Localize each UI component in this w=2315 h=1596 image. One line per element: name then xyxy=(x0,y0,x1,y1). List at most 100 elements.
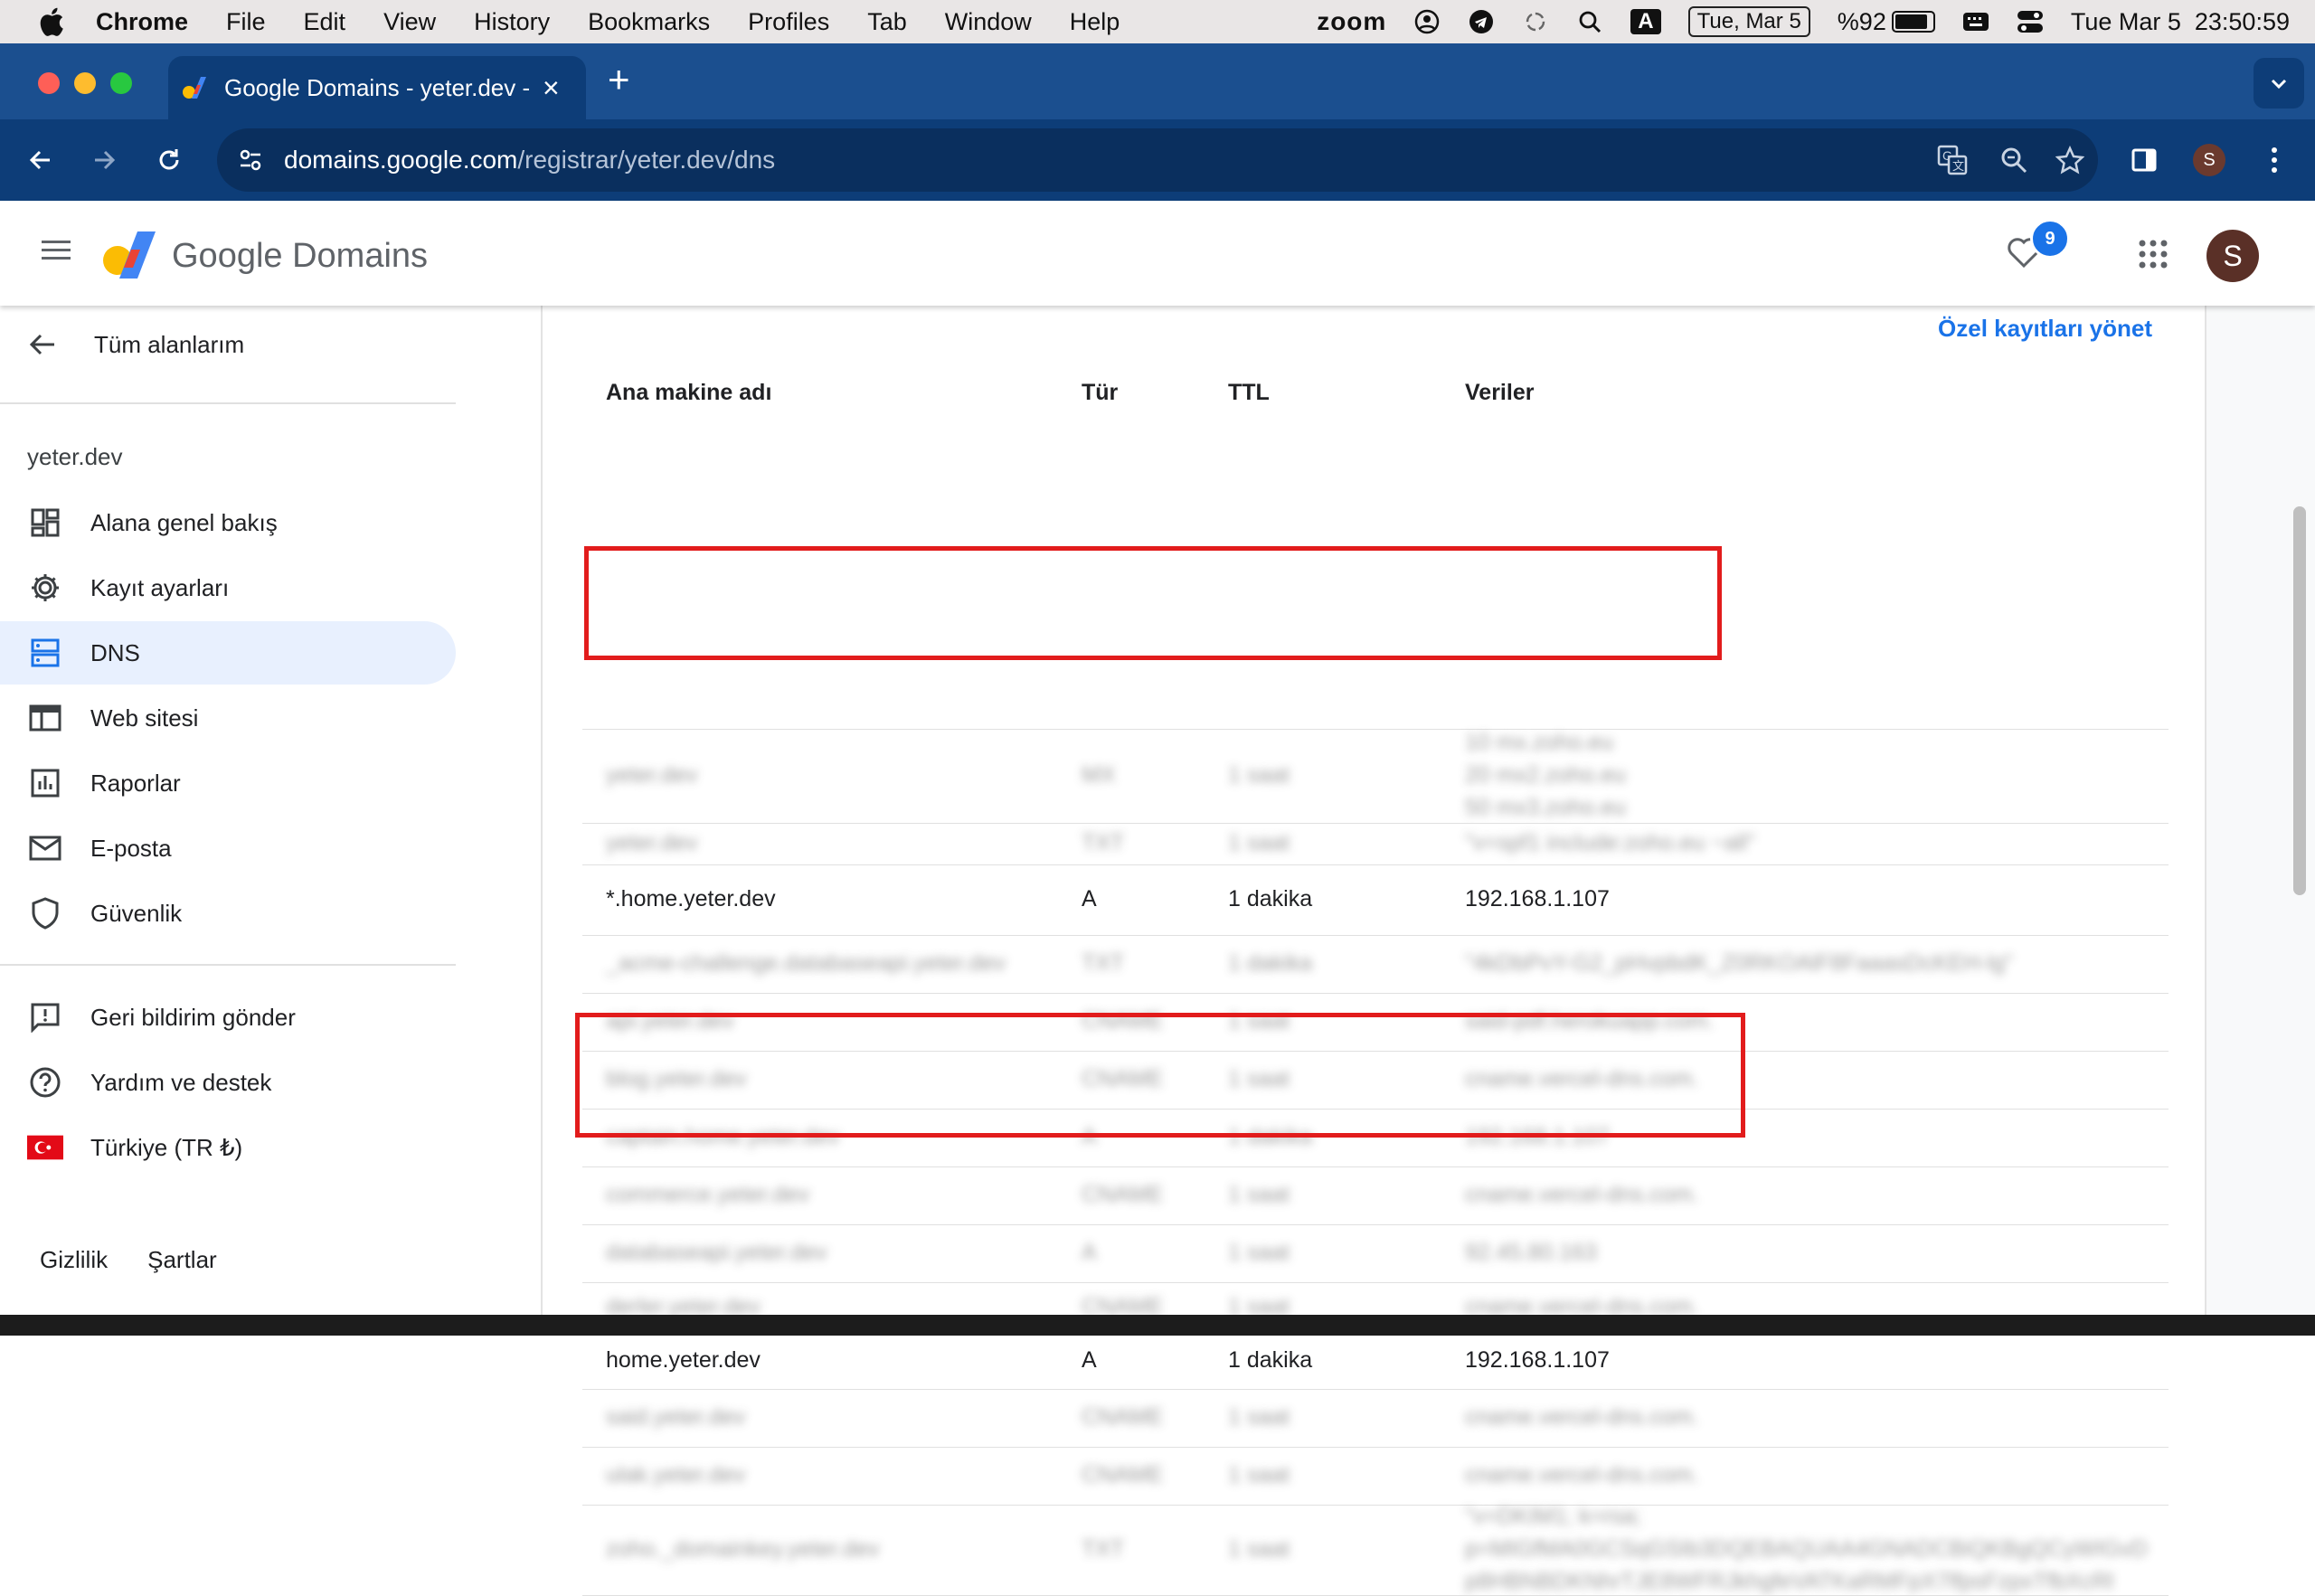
sidebar-item-dns[interactable]: DNS xyxy=(0,621,456,685)
translate-icon[interactable]: G文 xyxy=(1933,141,1971,179)
mail-icon xyxy=(27,830,63,866)
sidebar-item-label: Yardım ve destek xyxy=(90,1068,272,1096)
cell-data: p=MIGfMA0GCSqGSIb3DQEBAQUAA4GNADCBiQKBgQ… xyxy=(1465,1536,2149,1562)
google-domains-logo-icon[interactable] xyxy=(101,231,157,279)
sidebar-item-overview[interactable]: Alana genel bakış xyxy=(0,491,456,554)
sidebar-item-region[interactable]: Türkiye (TR ₺) xyxy=(0,1116,456,1179)
apple-logo-icon[interactable] xyxy=(36,5,65,38)
cell-data: "v=DKIM1; k=rsa; xyxy=(1465,1504,1642,1529)
control-center-icon[interactable] xyxy=(2017,8,2044,35)
zoom-magnifier-icon[interactable] xyxy=(1995,141,2033,179)
turkey-flag-icon xyxy=(27,1129,63,1166)
brand-google: Google xyxy=(172,237,283,275)
cell-data: "v=spf1 include:zoho.eu ~all" xyxy=(1465,830,1755,855)
table-row: _acme-challenge.databaseapi.yeter.dev TXT… xyxy=(582,935,2169,994)
cell-data: "4kDbPvY-G2_pHvpbdK_Z0RKOAlF8FaaasDcKEH-… xyxy=(1465,950,2013,976)
google-apps-button[interactable] xyxy=(2138,239,2169,274)
menu-history[interactable]: History xyxy=(474,8,550,36)
address-bar[interactable]: domains.google.com/registrar/yeter.dev/d… xyxy=(217,128,2098,192)
active-tab[interactable]: Google Domains - yeter.dev - × xyxy=(168,56,586,119)
sidebar: Tüm alanlarım yeter.dev Alana genel bakı… xyxy=(0,306,543,1336)
menu-view[interactable]: View xyxy=(383,8,436,36)
chrome-menu-button[interactable] xyxy=(2254,139,2295,181)
table-row: said.yeter.dev CNAME 1 saat cname.vercel-dn… xyxy=(582,1389,2169,1448)
sidebar-item-reports[interactable]: Raporlar xyxy=(0,751,456,815)
main-menu-icon[interactable] xyxy=(40,237,72,269)
cell-type: CNAME xyxy=(1082,1404,1164,1430)
menu-bookmarks[interactable]: Bookmarks xyxy=(588,8,710,36)
table-row: commerce.yeter.dev CNAME 1 saat cname.verce… xyxy=(582,1166,2169,1225)
all-domains-label: Tüm alanlarım xyxy=(94,330,245,358)
cell-data: 50 mx3.zoho.eu xyxy=(1465,795,1626,820)
cell-ttl: 1 dakika xyxy=(1228,886,1313,911)
google-domains-favicon-icon xyxy=(183,77,206,99)
menu-profiles[interactable]: Profiles xyxy=(748,8,829,36)
table-row: zoho._domainkey.yeter.dev TXT 1 saat "v=DKI… xyxy=(582,1504,2169,1596)
chevron-down-icon xyxy=(2271,79,2287,90)
input-source-indicator[interactable]: A xyxy=(1630,9,1661,34)
menu-window[interactable]: Window xyxy=(945,8,1032,36)
spotlight-search-icon[interactable] xyxy=(1576,8,1603,35)
window-zoom-button[interactable] xyxy=(110,72,132,94)
menu-edit[interactable]: Edit xyxy=(304,8,346,36)
user-circle-icon[interactable] xyxy=(1413,8,1441,35)
sidebar-item-label: Türkiye (TR ₺) xyxy=(90,1133,243,1161)
sidebar-item-feedback[interactable]: Geri bildirim gönder xyxy=(0,986,456,1049)
sidebar-item-label: Alana genel bakış xyxy=(90,508,278,536)
menu-app-name[interactable]: Chrome xyxy=(96,8,188,36)
url-path: /registrar/yeter.dev/dns xyxy=(517,146,776,174)
all-domains-link[interactable]: Tüm alanlarım xyxy=(27,329,244,360)
url-host: domains.google.com xyxy=(284,146,518,174)
site-settings-icon[interactable] xyxy=(237,146,264,174)
manage-custom-records-link[interactable]: Özel kayıtları yönet xyxy=(1938,315,2152,343)
browser-tab-strip: Google Domains - yeter.dev - × + xyxy=(0,43,2315,119)
loader-icon[interactable] xyxy=(1522,8,1549,35)
page-scrollbar[interactable] xyxy=(2293,506,2306,895)
back-button[interactable] xyxy=(20,139,61,181)
menu-help[interactable]: Help xyxy=(1070,8,1120,36)
cell-ttl: 1 saat xyxy=(1228,830,1290,855)
telegram-icon[interactable] xyxy=(1468,8,1495,35)
column-header-ttl: TTL xyxy=(1228,380,1270,405)
cell-type: A xyxy=(1082,886,1097,911)
app-header: Google Domains 9 S xyxy=(0,201,2315,306)
cell-ttl: 1 saat xyxy=(1228,762,1290,788)
cell-ttl: 1 dakika xyxy=(1228,1347,1313,1373)
cell-type: CNAME xyxy=(1082,1182,1164,1207)
window-minimize-button[interactable] xyxy=(74,72,96,94)
highlight-box-wildcard-home xyxy=(584,546,1722,660)
table-row: home.yeter.dev A 1 dakika 192.168.1.107 xyxy=(582,1333,2169,1390)
sidebar-item-label: Kayıt ayarları xyxy=(90,573,230,601)
window-close-button[interactable] xyxy=(38,72,60,94)
privacy-link[interactable]: Gizlilik xyxy=(40,1246,108,1274)
cell-type: TXT xyxy=(1082,1536,1125,1562)
new-tab-button[interactable]: + xyxy=(608,58,630,101)
svg-text:文: 文 xyxy=(1952,159,1964,173)
web-icon xyxy=(27,700,63,736)
bookmark-star-icon[interactable] xyxy=(2051,141,2089,179)
profile-button[interactable]: S xyxy=(2188,139,2230,181)
clock[interactable]: Tue Mar 5 23:50:59 xyxy=(2071,8,2290,36)
menu-file[interactable]: File xyxy=(226,8,266,36)
sidebar-item-registration-settings[interactable]: Kayıt ayarları xyxy=(0,556,456,619)
cell-ttl: 1 saat xyxy=(1228,1536,1290,1562)
account-avatar[interactable]: S xyxy=(2206,230,2259,282)
battery-status[interactable]: %92 xyxy=(1838,8,1935,36)
sidebar-item-label: Web sitesi xyxy=(90,704,199,732)
sidebar-item-website[interactable]: Web sitesi xyxy=(0,686,456,750)
tab-close-icon[interactable]: × xyxy=(543,71,560,105)
reload-button[interactable] xyxy=(148,139,190,181)
sidebar-item-security[interactable]: Güvenlik xyxy=(0,882,456,945)
reload-icon xyxy=(159,149,179,170)
date-chip[interactable]: Tue, Mar 5 xyxy=(1687,6,1810,37)
keyboard-icon[interactable] xyxy=(1962,8,1989,35)
menu-tab[interactable]: Tab xyxy=(867,8,907,36)
sidebar-item-help[interactable]: Yardım ve destek xyxy=(0,1051,456,1114)
terms-link[interactable]: Şartlar xyxy=(147,1246,217,1274)
cell-host: commerce.yeter.dev xyxy=(606,1182,810,1207)
sidebar-item-email[interactable]: E-posta xyxy=(0,817,456,880)
zoom-status-item[interactable]: zoom xyxy=(1317,7,1386,36)
side-panel-button[interactable] xyxy=(2123,139,2165,181)
tab-search-button[interactable] xyxy=(2254,58,2304,109)
forward-button[interactable] xyxy=(83,139,125,181)
